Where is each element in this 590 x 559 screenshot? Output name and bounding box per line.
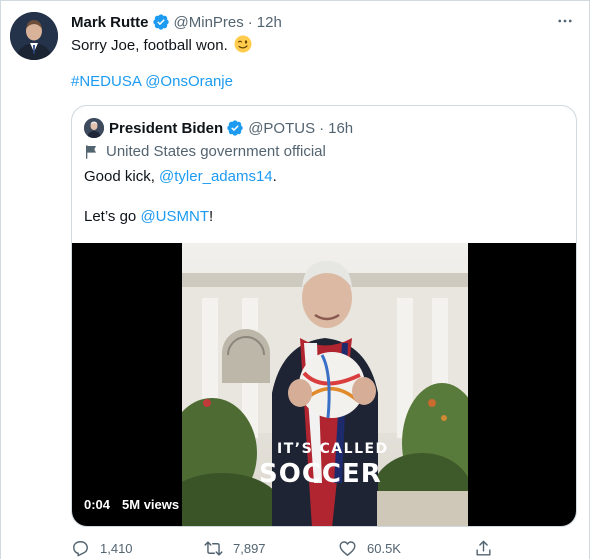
government-official-label: United States government official — [84, 143, 326, 160]
reply-count: 1,410 — [100, 541, 133, 556]
author-name[interactable]: Mark Rutte — [71, 14, 149, 31]
video-views: 5M views — [122, 496, 180, 512]
quoted-tweet-text-line2: Let’s go @USMNT! — [84, 207, 213, 227]
share-icon — [476, 540, 491, 556]
winking-face-emoji-icon — [234, 35, 252, 53]
video-duration: 0:04 — [84, 496, 111, 512]
heart-icon — [339, 541, 356, 556]
quoted-tweet-time[interactable]: 16h — [328, 120, 353, 137]
video-player[interactable]: IT’S CALLED SOCCER 0:04 5M views — [72, 243, 576, 526]
flag-icon — [84, 144, 100, 160]
like-button[interactable]: 60.5K — [338, 539, 401, 558]
quoted-tweet-header: President Biden @POTUS · 16h — [109, 117, 353, 139]
text-prefix: Good kick, — [84, 168, 160, 185]
quoted-tweet[interactable]: President Biden @POTUS · 16h United Stat… — [71, 105, 577, 527]
author-avatar[interactable] — [10, 12, 58, 60]
hashtag-link[interactable]: #NEDUSA — [71, 73, 141, 90]
tweet-hashtags: #NEDUSA @OnsOranje — [71, 72, 233, 92]
quoted-author-handle[interactable]: @POTUS — [248, 120, 315, 137]
text-suffix: . — [272, 168, 277, 185]
video-meta: 0:04 5M views — [84, 493, 191, 515]
header-separator: · — [247, 13, 253, 31]
reply-icon — [73, 541, 88, 557]
like-count: 60.5K — [367, 541, 401, 556]
text-prefix: Let’s go — [84, 208, 141, 225]
mention-link[interactable]: @tyler_adams14 — [159, 168, 273, 185]
tweet-text-body: Sorry Joe, football won. — [71, 37, 228, 54]
quoted-author-avatar[interactable] — [84, 118, 104, 138]
retweet-count: 7,897 — [233, 541, 266, 556]
retweet-button[interactable]: 7,897 — [204, 539, 266, 558]
header-separator: · — [319, 119, 325, 137]
text-suffix: ! — [209, 208, 214, 225]
video-caption-small: IT’S CALLED — [277, 441, 389, 457]
verified-badge-icon — [152, 13, 170, 31]
author-handle[interactable]: @MinPres — [174, 14, 244, 31]
share-button[interactable] — [474, 539, 503, 558]
retweet-icon — [204, 541, 223, 556]
reply-button[interactable]: 1,410 — [71, 539, 133, 558]
mention-link[interactable]: @USMNT — [140, 208, 209, 225]
tweet-card[interactable]: Mark Rutte @MinPres · 12h Sorry Joe, foo… — [0, 0, 590, 559]
tweet-time[interactable]: 12h — [257, 14, 282, 31]
more-options-icon[interactable] — [555, 11, 575, 31]
label-text: United States government official — [106, 143, 326, 160]
mention-link[interactable]: @OnsOranje — [145, 73, 233, 90]
tweet-text: Sorry Joe, football won. — [71, 35, 252, 56]
verified-badge-icon — [226, 119, 244, 137]
tweet-actions: 1,410 7,897 60.5K — [71, 539, 571, 559]
quoted-tweet-text-line1: Good kick, @tyler_adams14. — [84, 167, 277, 187]
video-caption-big: SOCCER — [259, 459, 382, 489]
tweet-header: Mark Rutte @MinPres · 12h — [71, 11, 282, 33]
quoted-author-name[interactable]: President Biden — [109, 120, 223, 137]
